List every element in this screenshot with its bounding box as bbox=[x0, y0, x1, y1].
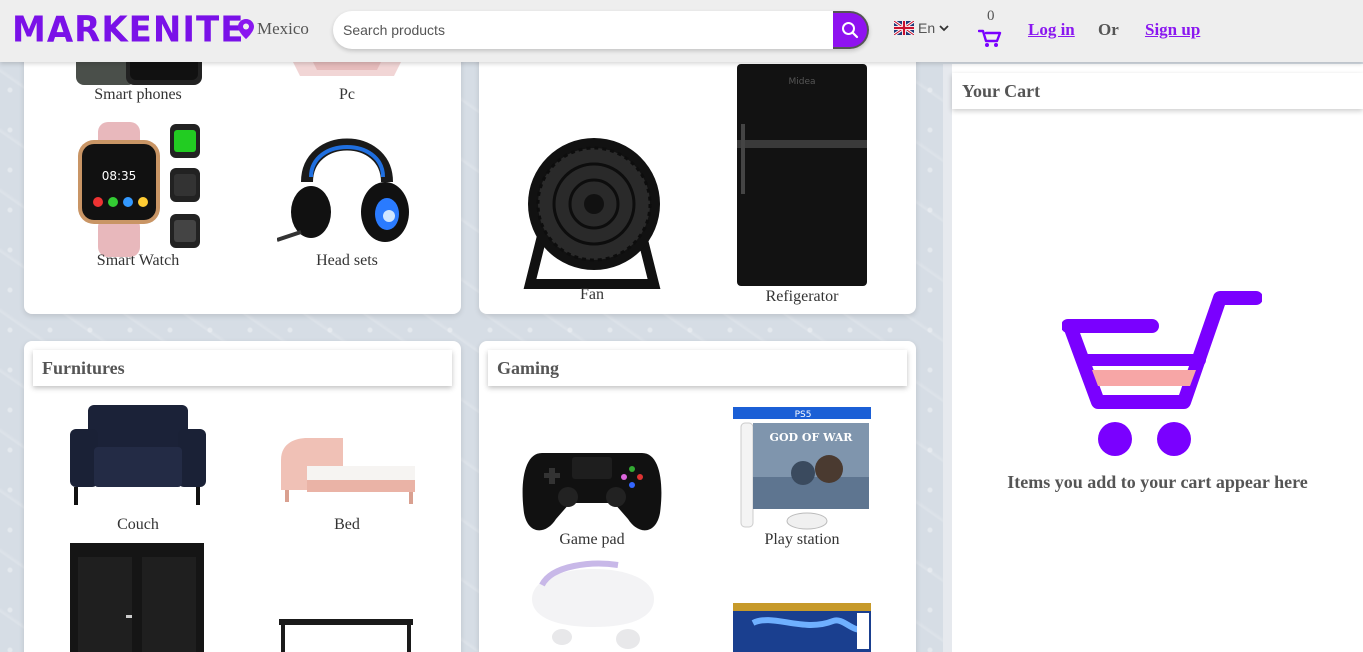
location-pin-icon bbox=[238, 19, 254, 39]
cabinet-image bbox=[70, 543, 204, 652]
chevron-down-icon bbox=[939, 25, 949, 32]
uk-flag-icon bbox=[894, 21, 914, 35]
section-title: Gaming bbox=[488, 350, 907, 386]
category-card-furnitures: Furnitures Couch Bed bbox=[24, 341, 461, 652]
category-card-gaming: Gaming Game pad PS5 GOD OF WAR Play stat… bbox=[479, 341, 916, 652]
head-sets-image bbox=[277, 138, 409, 242]
product-label: Game pad bbox=[559, 531, 625, 548]
fan-image bbox=[523, 138, 661, 289]
or-separator: Or bbox=[1098, 20, 1119, 39]
product-label: Smart Watch bbox=[96, 252, 180, 269]
refrigerator-image: Midea bbox=[737, 64, 867, 286]
product-label: Pc bbox=[339, 86, 355, 103]
search-input[interactable] bbox=[343, 19, 823, 41]
empty-cart-icon bbox=[1062, 291, 1262, 456]
search-icon bbox=[842, 22, 859, 39]
cart-icon bbox=[978, 29, 1002, 47]
header-cart-button[interactable]: 0 bbox=[978, 8, 1004, 48]
signup-link[interactable]: Sign up bbox=[1145, 20, 1200, 40]
cart-panel: Your Cart Items you add to your cart app… bbox=[952, 64, 1363, 652]
empty-cart-message: Items you add to your cart appear here bbox=[1007, 472, 1308, 492]
language-label: En bbox=[918, 20, 936, 36]
svg-text:PS5: PS5 bbox=[795, 410, 812, 420]
pokemon-game-image bbox=[733, 603, 871, 652]
smart-watch-image: 08:35 bbox=[78, 122, 200, 257]
language-selector[interactable]: En bbox=[894, 20, 949, 36]
search-button[interactable] bbox=[833, 11, 869, 49]
cart-count-badge: 0 bbox=[987, 8, 995, 24]
game-pad-image bbox=[522, 453, 662, 531]
bed-image bbox=[281, 438, 415, 504]
product-label: Bed bbox=[334, 516, 360, 533]
product-label: Smart phones bbox=[94, 86, 182, 103]
product-label: Play station bbox=[764, 531, 840, 548]
panel-divider bbox=[943, 64, 952, 652]
top-header: MARKENITE Mexico En 0 bbox=[0, 0, 1363, 62]
cart-title: Your Cart bbox=[952, 73, 1363, 109]
product-label: Fan bbox=[580, 286, 604, 303]
location-selector[interactable]: Mexico bbox=[238, 19, 309, 39]
svg-text:GOD OF WAR: GOD OF WAR bbox=[770, 431, 854, 444]
svg-text:Midea: Midea bbox=[788, 77, 815, 87]
location-label: Mexico bbox=[257, 19, 309, 38]
section-title: Furnitures bbox=[33, 350, 452, 386]
vr-headset-image bbox=[532, 560, 654, 649]
category-card-electronics: Smart phones Pc 08:35 Smart Watch Head s… bbox=[24, 40, 461, 314]
search-bar bbox=[333, 11, 869, 49]
site-logo[interactable]: MARKENITE bbox=[12, 9, 244, 51]
table-image bbox=[279, 619, 413, 652]
svg-text:08:35: 08:35 bbox=[102, 169, 137, 183]
product-label: Head sets bbox=[316, 252, 378, 269]
category-card-appliances: Fan Midea Refigerator bbox=[479, 40, 916, 314]
couch-image bbox=[70, 405, 206, 505]
product-label: Couch bbox=[117, 516, 159, 533]
product-label: Refigerator bbox=[765, 288, 839, 305]
login-link[interactable]: Log in bbox=[1028, 20, 1075, 40]
play-station-image: PS5 GOD OF WAR bbox=[733, 407, 871, 533]
